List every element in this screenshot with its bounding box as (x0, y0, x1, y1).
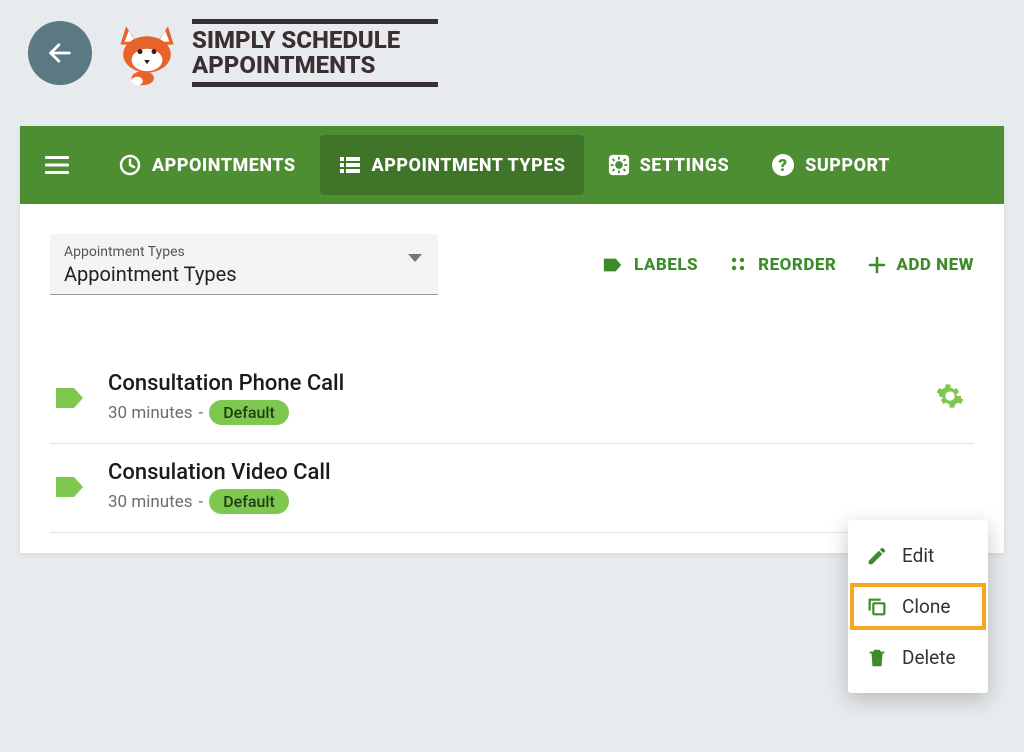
nav-label: APPOINTMENTS (152, 155, 296, 176)
toolbar: Appointment Types Appointment Types LABE… (50, 234, 974, 295)
action-label: LABELS (634, 255, 698, 275)
item-duration: 30 minutes (108, 492, 192, 512)
pencil-icon (866, 545, 888, 567)
item-settings-button[interactable] (930, 376, 970, 420)
copy-icon (866, 596, 888, 618)
dropdown-label: Appointment Types (64, 244, 424, 260)
item-body: Consultation Phone Call 30 minutes - Def… (108, 371, 930, 425)
main-panel: APPOINTMENTS APPOINTMENT TYPES SETTINGS … (20, 126, 1004, 553)
menu-toggle[interactable] (38, 146, 76, 184)
menu-clone[interactable]: Clone (848, 581, 988, 632)
list-item[interactable]: Consulation Video Call 30 minutes - Defa… (50, 444, 974, 533)
tag-icon (54, 385, 86, 411)
dropdown-value: Appointment Types (64, 262, 424, 286)
content: Appointment Types Appointment Types LABE… (20, 204, 1004, 553)
nav-appointment-types[interactable]: APPOINTMENT TYPES (320, 135, 584, 195)
menu-label: Delete (902, 646, 956, 669)
arrow-left-icon (46, 39, 74, 67)
list-icon (338, 153, 362, 177)
plus-icon (868, 256, 886, 274)
fox-icon (112, 18, 182, 88)
item-duration: 30 minutes (108, 403, 192, 423)
gear-box-icon (608, 154, 630, 176)
item-body: Consulation Video Call 30 minutes - Defa… (108, 460, 970, 514)
logo-text: SIMPLY SCHEDULE APPOINTMENTS (192, 19, 438, 87)
menu-label: Edit (902, 544, 934, 567)
nav-support[interactable]: ? SUPPORT (753, 135, 908, 195)
action-bar: LABELS REORDER ADD NEW (602, 255, 974, 275)
filter-dropdown[interactable]: Appointment Types Appointment Types (50, 234, 438, 295)
hamburger-icon (43, 153, 71, 177)
labels-button[interactable]: LABELS (602, 255, 698, 275)
help-icon: ? (771, 153, 795, 177)
default-badge: Default (209, 489, 289, 514)
clock-icon (118, 153, 142, 177)
logo-line1: SIMPLY SCHEDULE (192, 28, 438, 53)
chevron-down-icon (408, 254, 422, 264)
menu-label: Clone (902, 595, 950, 618)
logo: SIMPLY SCHEDULE APPOINTMENTS (112, 18, 438, 88)
logo-line2: APPOINTMENTS (192, 53, 438, 78)
reorder-button[interactable]: REORDER (730, 255, 836, 275)
navbar: APPOINTMENTS APPOINTMENT TYPES SETTINGS … (20, 126, 1004, 204)
list-item[interactable]: Consultation Phone Call 30 minutes - Def… (50, 355, 974, 444)
item-title: Consulation Video Call (108, 460, 970, 485)
logo-rule-bottom (192, 82, 438, 87)
svg-text:?: ? (779, 156, 788, 176)
tag-icon (602, 256, 624, 274)
action-label: ADD NEW (896, 255, 974, 275)
drag-handle-icon (730, 256, 748, 274)
gear-icon (936, 382, 964, 410)
appointment-type-list: Consultation Phone Call 30 minutes - Def… (50, 355, 974, 533)
tag-icon (54, 474, 86, 500)
trash-icon (866, 647, 888, 669)
menu-edit[interactable]: Edit (848, 530, 988, 581)
nav-label: SETTINGS (640, 155, 730, 176)
nav-label: APPOINTMENT TYPES (372, 155, 566, 176)
action-label: REORDER (758, 255, 836, 275)
item-subtitle: 30 minutes - Default (108, 489, 970, 514)
item-title: Consultation Phone Call (108, 371, 930, 396)
nav-appointments[interactable]: APPOINTMENTS (100, 135, 314, 195)
item-subtitle: 30 minutes - Default (108, 400, 930, 425)
menu-delete[interactable]: Delete (848, 632, 988, 683)
back-button[interactable] (28, 21, 92, 85)
context-menu: Edit Clone Delete (848, 520, 988, 693)
header: SIMPLY SCHEDULE APPOINTMENTS (0, 0, 1024, 98)
default-badge: Default (209, 400, 289, 425)
nav-label: SUPPORT (805, 155, 890, 176)
add-new-button[interactable]: ADD NEW (868, 255, 974, 275)
nav-settings[interactable]: SETTINGS (590, 135, 748, 195)
